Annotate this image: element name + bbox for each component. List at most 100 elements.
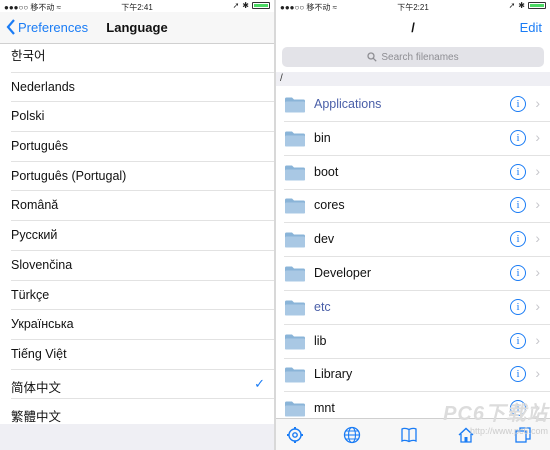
chevron-right-icon: › [535, 162, 540, 179]
folder-icon [285, 401, 305, 417]
watermark-brand: PC6下载站 [443, 403, 548, 425]
language-label: Türkçe [11, 287, 50, 302]
search-placeholder: Search filenames [381, 51, 459, 63]
language-label: Slovenčina [11, 257, 73, 272]
file-name: mnt [314, 401, 335, 416]
folder-icon [285, 300, 305, 316]
language-row[interactable]: 简体中文 ✓ [11, 370, 274, 400]
info-icon[interactable]: i [510, 332, 526, 349]
gear-icon[interactable] [285, 425, 305, 445]
folder-icon [285, 198, 305, 214]
file-name: boot [314, 164, 339, 179]
file-row[interactable]: lib i › [284, 325, 550, 359]
chevron-right-icon: › [535, 128, 540, 145]
info-icon[interactable]: i [510, 265, 526, 281]
chevron-right-icon: › [535, 331, 540, 348]
page-title: / [411, 20, 415, 35]
edit-button[interactable]: Edit [520, 20, 542, 35]
bookmarks-icon[interactable] [399, 425, 419, 445]
file-row[interactable]: Library i › [284, 358, 550, 393]
language-row[interactable]: Română [11, 191, 274, 222]
status-bar: ●●●○○ 移不动 ≈ 下午2:41 ➚ ✱ [0, 0, 274, 12]
info-icon[interactable]: i [510, 366, 526, 383]
file-row[interactable]: Applications i › [284, 88, 550, 122]
file-name: cores [314, 198, 345, 213]
language-label: Українська [11, 317, 74, 332]
language-label: 简体中文 [11, 380, 62, 395]
language-screen: ●●●○○ 移不动 ≈ 下午2:41 ➚ ✱ Preferences Langu… [0, 0, 274, 450]
folder-icon [285, 334, 305, 350]
language-row[interactable]: Русский [11, 221, 274, 251]
info-icon[interactable]: i [510, 197, 526, 214]
file-browser-screen: ●●●○○ 移不动 ≈ 下午2:21 ➚ ✱ / Edit Search fil… [276, 0, 550, 450]
language-row[interactable]: Polski [11, 102, 274, 133]
file-name: lib [314, 333, 327, 348]
language-row[interactable]: Nederlands [11, 73, 274, 103]
status-icons: ➚ ✱ [509, 1, 546, 10]
language-label: Русский [11, 228, 58, 243]
info-icon[interactable]: i [510, 231, 526, 248]
language-list: 한국어 Nederlands Polski Português Português (P… [0, 43, 274, 429]
file-row[interactable]: bin i › [284, 122, 550, 156]
language-row[interactable]: Українська [11, 310, 274, 340]
page-title: Language [106, 20, 168, 35]
folder-icon [285, 367, 305, 383]
info-icon[interactable]: i [510, 129, 526, 146]
globe-icon[interactable] [342, 425, 362, 445]
folder-icon [285, 131, 305, 147]
info-icon[interactable]: i [510, 298, 526, 315]
file-name: etc [314, 299, 331, 314]
file-row[interactable]: cores i › [284, 189, 550, 224]
chevron-right-icon: › [535, 297, 540, 314]
chevron-right-icon: › [535, 95, 540, 111]
battery-icon [252, 2, 270, 9]
language-label: 한국어 [11, 49, 46, 63]
nav-bar: / Edit [276, 12, 550, 43]
path-header: / [276, 72, 550, 86]
search-input[interactable]: Search filenames [282, 47, 544, 67]
language-label: Nederlands [11, 79, 75, 94]
language-label: Polski [11, 109, 45, 124]
bluetooth-icon: ✱ [518, 1, 525, 10]
chevron-right-icon: › [535, 230, 540, 247]
language-row[interactable]: Türkçe [11, 281, 274, 311]
location-icon: ➚ [232, 1, 240, 10]
language-row[interactable]: 한국어 [11, 43, 274, 73]
file-name: dev [314, 232, 335, 247]
chevron-right-icon: › [535, 264, 540, 280]
language-label: Português (Portugal) [11, 168, 127, 183]
file-row[interactable]: etc i › [284, 291, 550, 325]
info-icon[interactable]: i [510, 163, 526, 180]
file-name: Applications [314, 97, 382, 111]
watermark-url: http://www.pc6.com [469, 426, 548, 436]
search-icon [367, 52, 378, 62]
checkmark-icon: ✓ [254, 375, 265, 391]
file-row[interactable]: Developer i › [284, 257, 550, 291]
status-bar: ●●●○○ 移不动 ≈ 下午2:21 ➚ ✱ [276, 0, 550, 12]
info-icon[interactable]: i [510, 96, 526, 112]
folder-icon [285, 165, 305, 181]
list-footer [0, 424, 274, 450]
watermark: PC6下载站 http://www.pc6.com [443, 397, 548, 436]
language-row[interactable]: Tiếng Việt [11, 340, 274, 370]
status-icons: ➚ ✱ [233, 1, 270, 10]
file-row[interactable]: dev i › [284, 223, 550, 258]
file-row[interactable]: boot i › [284, 156, 550, 190]
folder-icon [285, 266, 305, 282]
chevron-right-icon: › [535, 365, 540, 382]
language-row[interactable]: Slovenčina [11, 251, 274, 281]
nav-bar: Preferences Language [0, 12, 274, 44]
file-name: Developer [314, 266, 371, 280]
location-icon: ➚ [508, 1, 516, 10]
language-row[interactable]: Português [11, 132, 274, 162]
language-label: Tiếng Việt [11, 346, 67, 361]
bluetooth-icon: ✱ [242, 1, 249, 10]
language-label: 繁體中文 [11, 410, 62, 425]
language-label: Română [11, 198, 59, 213]
file-name: bin [314, 130, 331, 145]
language-row[interactable]: Português (Portugal) [11, 162, 274, 192]
folder-icon [285, 232, 305, 248]
folder-icon [285, 97, 305, 113]
battery-icon [528, 2, 546, 9]
language-label: Português [11, 139, 68, 154]
